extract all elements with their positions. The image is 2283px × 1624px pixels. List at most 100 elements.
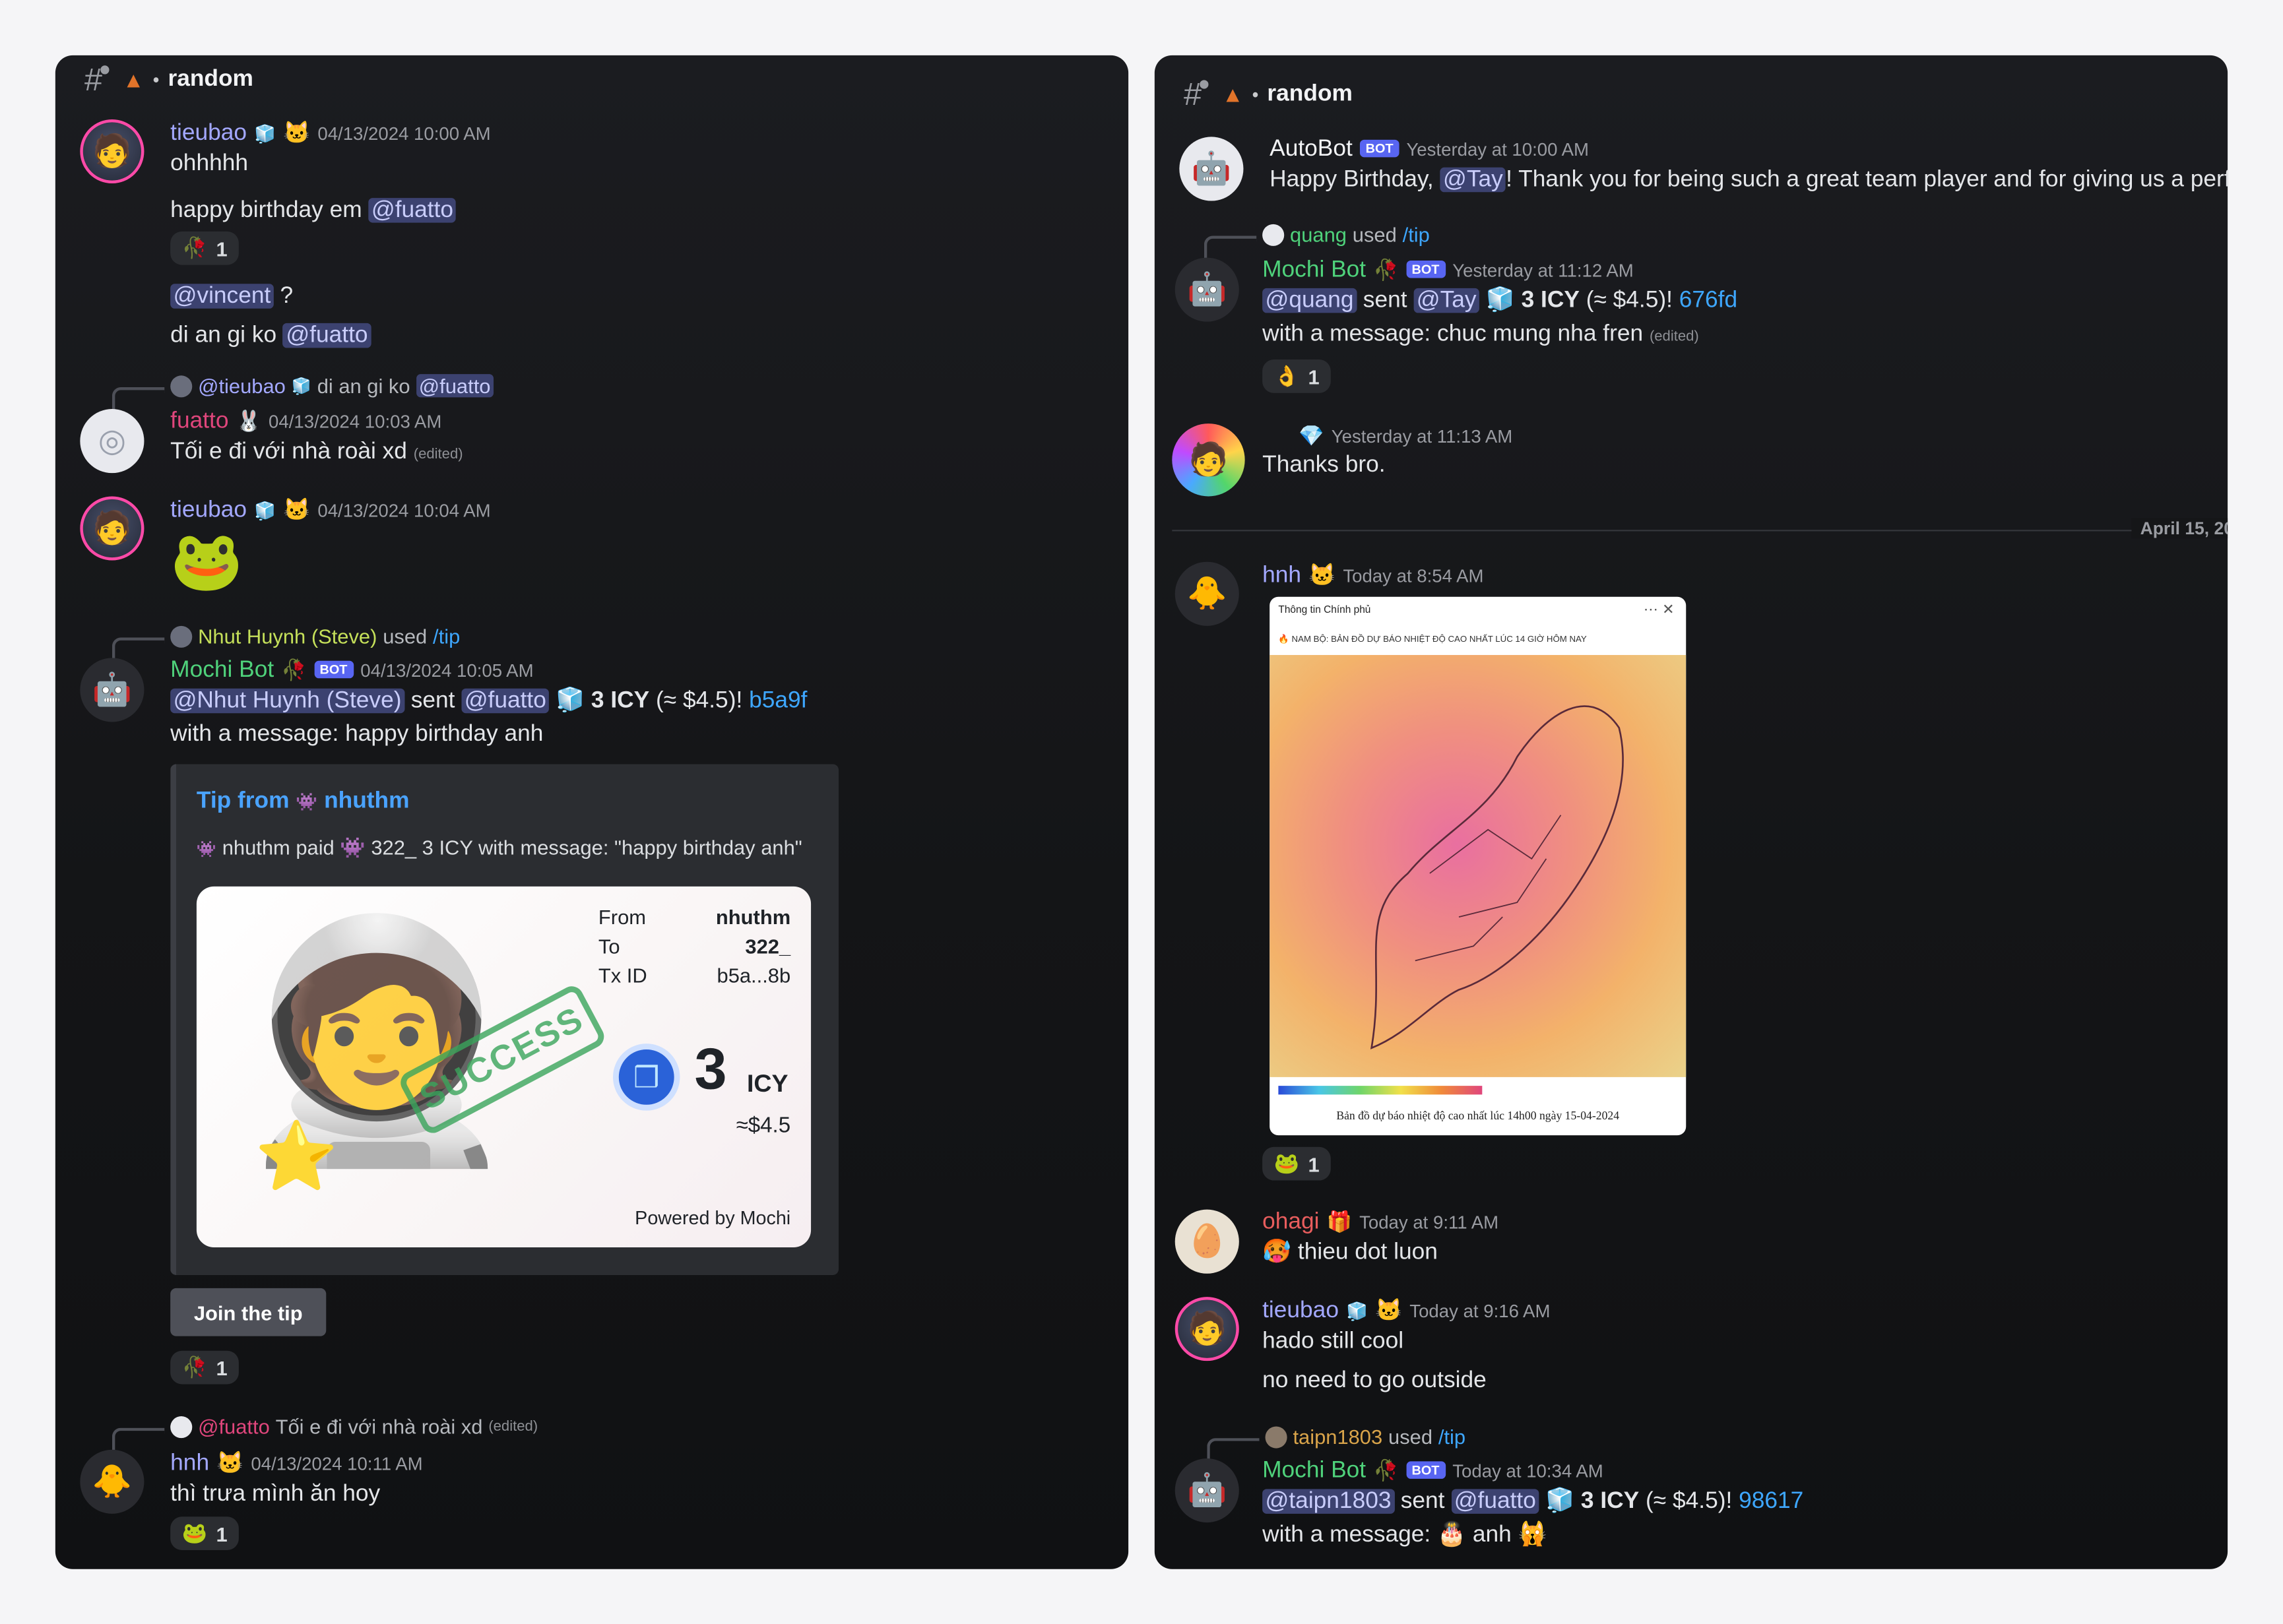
reaction[interactable]: 🥀 1: [170, 1350, 240, 1385]
reply-preview[interactable]: @tieubao 🧊 di an gi ko @fuatto: [112, 374, 494, 411]
avatar[interactable]: 🧑: [1172, 423, 1245, 497]
username[interactable]: ohagi: [1262, 1210, 1319, 1236]
mention[interactable]: @Nhut Huynh (Steve): [170, 688, 404, 713]
username[interactable]: hnh: [1262, 563, 1301, 590]
pikachu-badge-icon: 🐱: [283, 121, 311, 146]
separator-dot: •: [152, 69, 160, 90]
avatar[interactable]: 🤖: [80, 658, 145, 722]
avatar[interactable]: 🧑: [80, 496, 145, 561]
mention[interactable]: @fuatto: [368, 198, 457, 223]
channel-header: # ▲ • random: [1184, 76, 1353, 113]
reaction[interactable]: 🥀 1: [170, 231, 240, 265]
username[interactable]: Mochi Bot: [1262, 258, 1366, 284]
pikachu-badge-icon: 🐱: [283, 497, 311, 523]
reply-text: di an gi ko: [317, 374, 410, 398]
card-usd: ≈$4.5: [736, 1113, 791, 1139]
from-value: nhuthm: [715, 905, 791, 929]
text: di an gi ko: [170, 323, 277, 348]
bot-tag: BOT: [1359, 139, 1399, 158]
timestamp: Yesterday at 10:00 AM: [1406, 139, 1589, 160]
separator-dot: •: [1252, 84, 1259, 105]
reply-preview[interactable]: taipn1803 used /tip: [1207, 1425, 1465, 1462]
mention[interactable]: @taipn1803: [1262, 1489, 1394, 1514]
tx-link[interactable]: 676fd: [1679, 288, 1737, 313]
reaction[interactable]: 🐸 1: [1262, 1146, 1332, 1181]
channel-name[interactable]: random: [1267, 82, 1352, 108]
reply-preview[interactable]: quang used /tip: [1204, 223, 1430, 259]
username[interactable]: tieubao: [170, 121, 247, 147]
bunny-badge-icon: 🐰: [236, 409, 262, 433]
avatar[interactable]: 🥚: [1174, 1209, 1239, 1274]
mention[interactable]: @fuatto: [282, 323, 371, 348]
image-attachment[interactable]: Thông tin Chính phủ ⋯ ✕ 🔥 NAM BỘ: BẢN ĐỒ…: [1270, 596, 1687, 1136]
embed-title[interactable]: Tip from 👾 nhuthm: [197, 789, 410, 815]
timestamp: 04/13/2024 10:05 AM: [360, 660, 534, 681]
mention[interactable]: @quang: [1262, 288, 1357, 313]
timestamp: Yesterday at 11:13 AM: [1331, 426, 1513, 447]
reaction[interactable]: 👌 1: [1262, 359, 2228, 393]
mention[interactable]: @fuatto: [1451, 1489, 1539, 1514]
meme-face-icon: 🙀: [1518, 1522, 1547, 1547]
reaction[interactable]: 🐸 1: [170, 1516, 1128, 1551]
card-unit: ICY: [746, 1069, 788, 1098]
avatar[interactable]: 🤖: [1174, 257, 1239, 322]
username[interactable]: hnh: [170, 1451, 209, 1478]
rose-badge-icon: 🥀: [1373, 1458, 1399, 1482]
join-tip-button[interactable]: Join the tip: [170, 1288, 327, 1336]
message-tieubao-2: 🧑 tieubao 🧊 🐱 04/13/2024 10:04 AM 🐸: [80, 496, 1128, 600]
ice-badge-icon: 🧊: [1346, 1301, 1368, 1322]
pikachu-badge-icon: 🐱: [1375, 1298, 1403, 1323]
gift-badge-icon: 🎁: [1326, 1209, 1353, 1233]
mention[interactable]: @fuatto: [461, 688, 550, 713]
username[interactable]: AutoBot: [1270, 137, 1353, 163]
bot-tag: BOT: [1405, 1461, 1446, 1479]
map-outline-svg: [1370, 705, 1624, 1049]
avatar[interactable]: 🤖: [1174, 1458, 1239, 1523]
timestamp: Today at 8:54 AM: [1343, 566, 1484, 587]
message-text: thì trưa mình ăn hoy: [170, 1482, 381, 1507]
message-text: Thanks bro.: [1262, 453, 1386, 478]
powered-by: Powered by Mochi: [635, 1206, 791, 1229]
tx-link[interactable]: b5a9f: [749, 689, 807, 714]
username[interactable]: Mochi Bot: [170, 658, 274, 684]
reaction-count: 1: [1308, 364, 1320, 389]
mention[interactable]: @vincent: [170, 284, 274, 309]
text: Tối e đi với nhà roài xd: [170, 439, 407, 464]
message-text: hado still cool: [1262, 1328, 1404, 1354]
channel-name[interactable]: random: [168, 67, 253, 94]
mini-avatar: [170, 1415, 193, 1438]
username[interactable]: tieubao: [1262, 1298, 1339, 1325]
avatar[interactable]: 🧑: [80, 119, 145, 184]
alien-icon: 👾: [196, 841, 217, 859]
pikachu-badge-icon: 🐱: [1308, 563, 1336, 588]
reply-preview[interactable]: Nhut Huynh (Steve) used /tip: [112, 625, 460, 661]
avatar[interactable]: 🐥: [1174, 561, 1239, 626]
username[interactable]: Mochi Bot: [1262, 1458, 1366, 1485]
tip-success-card[interactable]: 🧑‍🚀 ⭐ SUCCESS From nhuthm To 322_ Tx ID …: [196, 886, 812, 1248]
reply-user: taipn1803: [1293, 1425, 1383, 1449]
username[interactable]: tieubao: [170, 498, 247, 524]
message-text: with a message: chuc mung nha fren (edit…: [1262, 317, 2228, 354]
edited-label: (edited): [488, 1418, 538, 1435]
avatar[interactable]: ◎: [80, 409, 145, 474]
avatar[interactable]: 🧑: [1174, 1297, 1239, 1361]
usd-value: (≈ $4.5)!: [1646, 1489, 1733, 1514]
pepe-sticker-icon[interactable]: 🐸: [170, 524, 1128, 600]
text: nhuthm: [324, 788, 410, 814]
amount: 3 ICY: [591, 688, 650, 714]
timestamp: 04/13/2024 10:03 AM: [269, 412, 442, 433]
threads-icon: #: [84, 61, 110, 99]
stars-icon: ⭐: [255, 1117, 338, 1194]
text: happy birthday em: [170, 198, 362, 223]
avatar[interactable]: 🐥: [80, 1449, 145, 1514]
username[interactable]: fuatto: [170, 409, 228, 435]
mention[interactable]: @Tay: [1413, 288, 1479, 313]
mention[interactable]: @Tay: [1440, 167, 1506, 193]
tx-link[interactable]: 98617: [1739, 1489, 1803, 1514]
reply-preview[interactable]: @fuatto Tối e đi với nhà roài xd (edited…: [112, 1414, 538, 1451]
message-tieubao: 🧑 tieubao 🧊 🐱 Today at 9:16 AM hado stil…: [1174, 1297, 2228, 1397]
image-caption: Bản đồ dự báo nhiệt độ cao nhất lúc 14h0…: [1336, 1109, 1620, 1123]
avatar[interactable]: 🤖: [1179, 137, 1244, 201]
tx-value: b5a...8b: [717, 963, 791, 987]
reply-user: @fuatto: [198, 1414, 270, 1439]
